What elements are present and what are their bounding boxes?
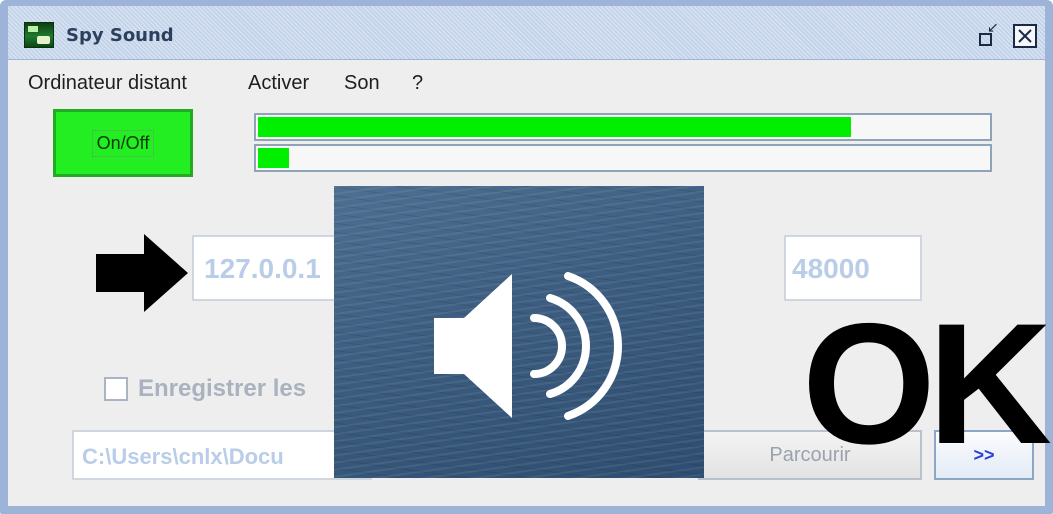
level-meter-fill (258, 148, 290, 168)
level-meter-fill (258, 117, 851, 137)
close-window-icon[interactable] (1013, 24, 1037, 48)
menu-item-ordinateur-distant[interactable]: Ordinateur distant (28, 71, 187, 95)
menu-bar: Ordinateur distant Activer Son ? (8, 61, 1045, 101)
window-title: Spy Sound (66, 25, 174, 46)
menu-item-help[interactable]: ? (412, 71, 423, 95)
speaker-volume-icon (434, 272, 622, 420)
save-path-input[interactable]: C:\Users\cnlx\Docu (72, 430, 372, 480)
app-window: Spy Sound Ordinateur distant Activer Son… (0, 0, 1053, 514)
menu-item-son[interactable]: Son (344, 71, 380, 95)
ip-address-input[interactable]: 127.0.0.1 (192, 235, 352, 301)
app-logo-icon (24, 22, 54, 48)
sound-overlay-image (334, 186, 704, 478)
restore-window-icon[interactable] (976, 18, 1000, 48)
onoff-label: On/Off (91, 129, 155, 157)
ok-overlay-text: OK (802, 288, 1052, 480)
menu-item-activer[interactable]: Activer (248, 71, 309, 95)
level-meter-1 (254, 113, 992, 141)
record-checkbox[interactable] (104, 377, 128, 401)
record-label: Enregistrer les (138, 375, 307, 402)
level-meter-2 (254, 144, 992, 172)
title-bar[interactable]: Spy Sound (8, 6, 1045, 60)
onoff-button[interactable]: On/Off (53, 109, 193, 177)
arrow-right-icon (96, 234, 188, 312)
